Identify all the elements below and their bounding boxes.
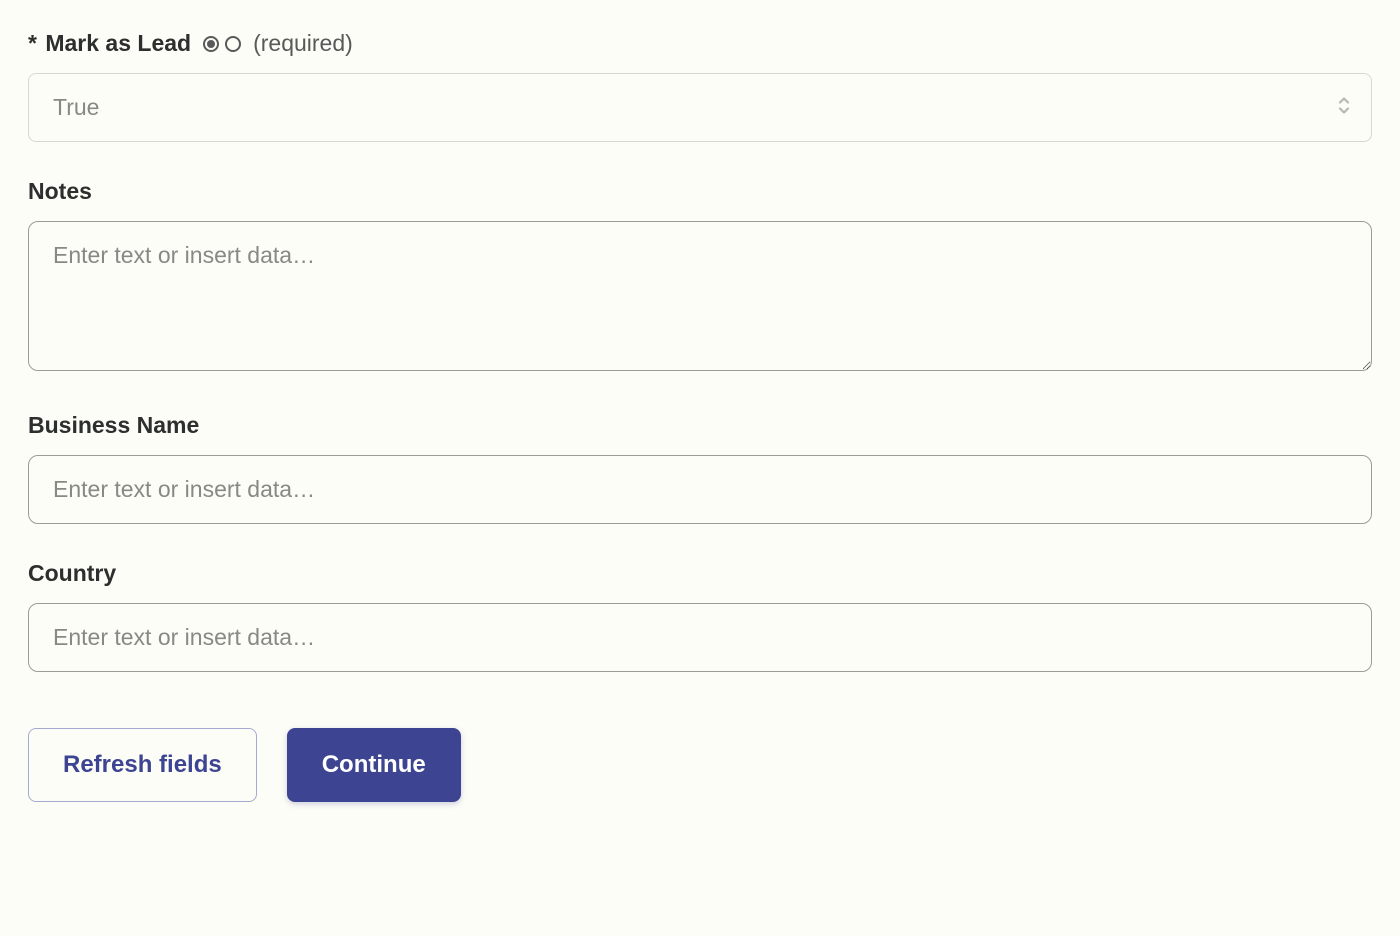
continue-button[interactable]: Continue <box>287 728 461 802</box>
mark-as-lead-label-row: * Mark as Lead (required) <box>28 30 1372 57</box>
country-field: Country <box>28 560 1372 672</box>
notes-label: Notes <box>28 178 1372 205</box>
business-name-label: Business Name <box>28 412 1372 439</box>
required-text: (required) <box>253 30 353 57</box>
mark-as-lead-select[interactable]: True <box>28 73 1372 142</box>
required-star: * Mark as Lead <box>28 30 191 57</box>
refresh-fields-button[interactable]: Refresh fields <box>28 728 257 802</box>
mark-as-lead-field: * Mark as Lead (required) True <box>28 30 1372 142</box>
radio-option-unselected[interactable] <box>225 36 241 52</box>
radio-option-selected[interactable] <box>203 36 219 52</box>
mark-as-lead-label: Mark as Lead <box>45 30 191 56</box>
country-input[interactable] <box>28 603 1372 672</box>
business-name-input[interactable] <box>28 455 1372 524</box>
button-row: Refresh fields Continue <box>28 728 1372 802</box>
business-name-field: Business Name <box>28 412 1372 524</box>
notes-field: Notes <box>28 178 1372 376</box>
mark-as-lead-select-wrap: True <box>28 73 1372 142</box>
mark-as-lead-radio-group <box>203 36 241 52</box>
country-label: Country <box>28 560 1372 587</box>
notes-input[interactable] <box>28 221 1372 371</box>
